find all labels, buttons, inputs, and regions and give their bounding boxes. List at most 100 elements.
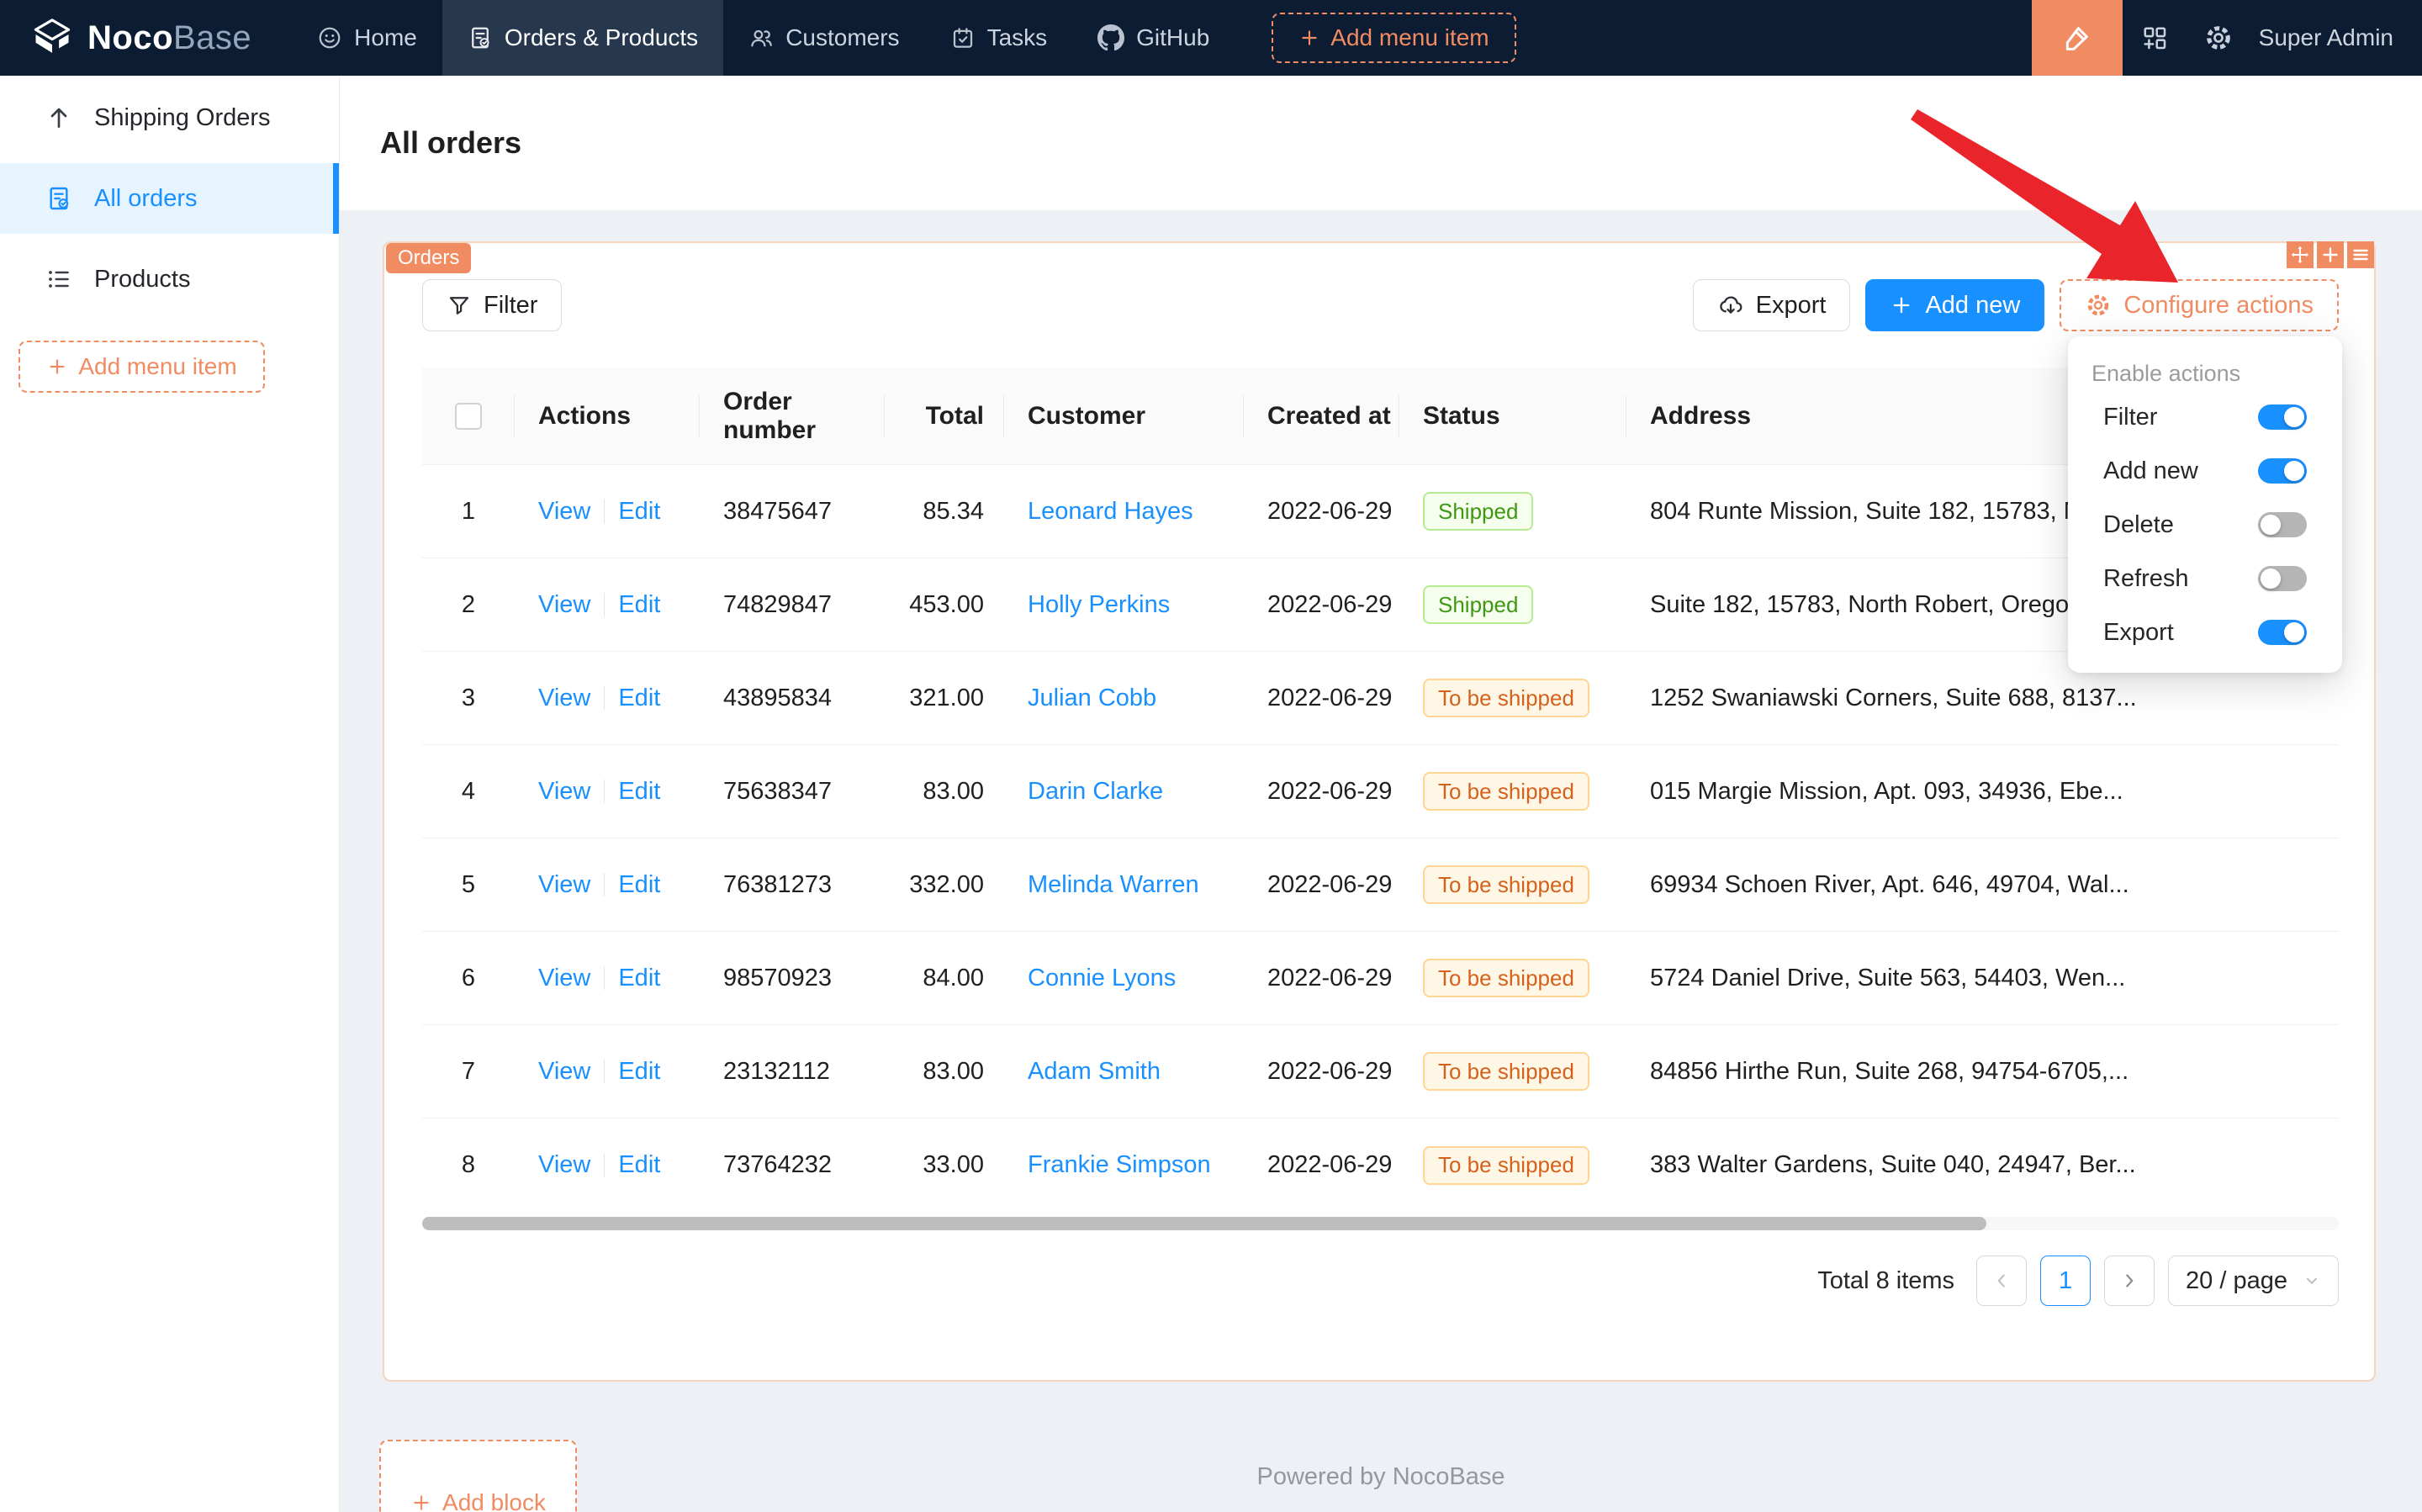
export-toggle[interactable]: [2258, 620, 2307, 645]
dropdown-item-add-new[interactable]: Add new: [2068, 444, 2342, 498]
edit-link[interactable]: Edit: [618, 591, 660, 619]
view-link[interactable]: View: [538, 871, 590, 899]
add-new-toggle[interactable]: [2258, 458, 2307, 484]
customer-link[interactable]: Julian Cobb: [1028, 685, 1156, 712]
scrollbar-thumb[interactable]: [422, 1217, 1986, 1230]
order-number-cell: 76381273: [700, 838, 885, 931]
table-row: 8 ViewEdit 73764232 33.00 Frankie Simpso…: [422, 1118, 2339, 1212]
customer-link[interactable]: Darin Clarke: [1028, 778, 1163, 806]
topbar-add-menu-item-button[interactable]: Add menu item: [1272, 13, 1515, 63]
view-link[interactable]: View: [538, 591, 590, 619]
chevron-right-icon: [2118, 1270, 2140, 1292]
tasks-icon: [950, 25, 976, 50]
view-link[interactable]: View: [538, 965, 590, 992]
customer-link[interactable]: Connie Lyons: [1028, 965, 1176, 992]
edit-link[interactable]: Edit: [618, 498, 660, 526]
user-menu[interactable]: Super Admin: [2259, 24, 2393, 51]
block-menu-icon[interactable]: [2347, 241, 2374, 268]
refresh-toggle[interactable]: [2258, 566, 2307, 591]
dropdown-item-export[interactable]: Export: [2068, 605, 2342, 659]
nav-item-home[interactable]: Home: [292, 0, 442, 76]
sidebar-item-all-orders[interactable]: All orders: [0, 163, 339, 234]
table-row: 1 ViewEdit 38475647 85.34 Leonard Hayes …: [422, 465, 2339, 558]
edit-link[interactable]: Edit: [618, 1151, 660, 1179]
nocobase-logo[interactable]: NocoBase: [30, 16, 251, 60]
status-badge: Shipped: [1423, 492, 1533, 531]
dropdown-item-filter[interactable]: Filter: [2068, 390, 2342, 444]
select-all-checkbox[interactable]: [455, 403, 482, 430]
table-row: 5 ViewEdit 76381273 332.00 Melinda Warre…: [422, 838, 2339, 932]
total-cell: 453.00: [885, 558, 1004, 651]
divider: [604, 593, 605, 616]
dropdown-item-refresh[interactable]: Refresh: [2068, 552, 2342, 605]
status-badge: To be shipped: [1423, 959, 1589, 997]
column-header-order-number: Order number: [700, 367, 885, 464]
row-index: 4: [422, 745, 515, 838]
powered-by-footer: Powered by NocoBase: [340, 1463, 2422, 1491]
nav-item-orders-products[interactable]: Orders & Products: [442, 0, 723, 76]
sidebar-item-products[interactable]: Products: [0, 244, 339, 315]
logo-icon: [30, 16, 74, 60]
view-link[interactable]: View: [538, 498, 590, 526]
dropdown-item-label: Export: [2103, 619, 2174, 647]
edit-link[interactable]: Edit: [618, 685, 660, 712]
nav-item-customers[interactable]: Customers: [723, 0, 924, 76]
created-at-cell: 2022-06-29: [1244, 1118, 1399, 1212]
sidebar-item-shipping-orders[interactable]: Shipping Orders: [0, 82, 339, 153]
dropdown-group-title: Enable actions: [2068, 357, 2342, 390]
status-badge: To be shipped: [1423, 1146, 1589, 1185]
edit-link[interactable]: Edit: [618, 965, 660, 992]
chevron-down-icon: [2303, 1271, 2321, 1290]
order-number-cell: 73764232: [700, 1118, 885, 1212]
dropdown-item-delete[interactable]: Delete: [2068, 498, 2342, 552]
pagination-prev-button[interactable]: [1976, 1256, 2027, 1306]
edit-link[interactable]: Edit: [618, 778, 660, 806]
gear-icon: [2203, 23, 2234, 53]
filter-toggle[interactable]: [2258, 404, 2307, 430]
customer-link[interactable]: Frankie Simpson: [1028, 1151, 1211, 1179]
filter-button[interactable]: Filter: [422, 279, 562, 331]
sidebar-item-label: All orders: [94, 185, 198, 213]
drag-handle-icon[interactable]: [2287, 241, 2314, 268]
page-header: All orders: [340, 76, 2422, 210]
customer-link[interactable]: Melinda Warren: [1028, 871, 1199, 899]
plugin-blocks-button[interactable]: [2123, 0, 2187, 76]
customer-link[interactable]: Leonard Hayes: [1028, 498, 1193, 526]
configure-actions-button[interactable]: Configure actions: [2060, 279, 2339, 331]
table-row: 6 ViewEdit 98570923 84.00 Connie Lyons 2…: [422, 932, 2339, 1025]
column-header-customer: Customer: [1004, 367, 1244, 464]
nav-item-tasks[interactable]: Tasks: [925, 0, 1073, 76]
sidebar-add-menu-item-button[interactable]: Add menu item: [19, 341, 265, 393]
pagination-next-button[interactable]: [2104, 1256, 2155, 1306]
view-link[interactable]: View: [538, 778, 590, 806]
created-at-cell: 2022-06-29: [1244, 652, 1399, 744]
ui-editor-toggle-button[interactable]: [2032, 0, 2123, 76]
nav-item-github[interactable]: GitHub: [1072, 0, 1235, 76]
add-block-icon[interactable]: [2317, 241, 2344, 268]
pagination-total: Total 8 items: [1817, 1267, 1954, 1295]
settings-button[interactable]: [2187, 0, 2250, 76]
delete-toggle[interactable]: [2258, 512, 2307, 537]
customer-link[interactable]: Holly Perkins: [1028, 591, 1170, 619]
topbar-add-menu-item-label: Add menu item: [1330, 24, 1489, 51]
view-link[interactable]: View: [538, 1058, 590, 1086]
column-header-total: Total: [885, 367, 1004, 464]
nav-item-label: Orders & Products: [505, 24, 698, 51]
customer-link[interactable]: Adam Smith: [1028, 1058, 1161, 1086]
view-link[interactable]: View: [538, 685, 590, 712]
plus-icon: [46, 356, 68, 378]
row-index: 1: [422, 465, 515, 558]
divider: [604, 1060, 605, 1083]
edit-link[interactable]: Edit: [618, 871, 660, 899]
arrow-up-icon: [45, 104, 72, 131]
page-size-select[interactable]: 20 / page: [2168, 1256, 2339, 1306]
pagination-page-1[interactable]: 1: [2040, 1256, 2091, 1306]
view-link[interactable]: View: [538, 1151, 590, 1179]
add-new-button[interactable]: Add new: [1865, 279, 2044, 331]
address-cell: 5724 Daniel Drive, Suite 563, 54403, Wen…: [1626, 932, 2339, 1024]
dropdown-item-label: Refresh: [2103, 565, 2189, 593]
export-button[interactable]: Export: [1693, 279, 1851, 331]
toolbar-right: Export Add new Configure actions: [1693, 279, 2339, 331]
edit-link[interactable]: Edit: [618, 1058, 660, 1086]
created-at-cell: 2022-06-29: [1244, 1025, 1399, 1118]
